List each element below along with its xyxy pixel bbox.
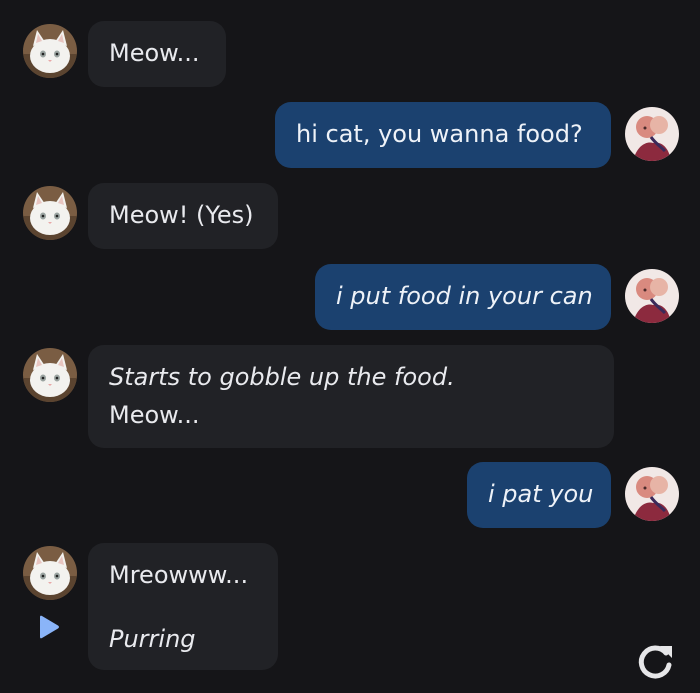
message-bubble: hi cat, you wanna food? [275,102,611,168]
message-bubble: i pat you [467,462,611,528]
cat-avatar-icon[interactable] [23,24,77,78]
regenerate-icon[interactable] [634,641,676,683]
cat-avatar-icon[interactable] [23,546,77,600]
user-avatar-icon[interactable] [625,467,679,521]
message-bubble: Mreowww... Purring [88,543,278,670]
message-text: Meow... [109,39,200,67]
message-text: hi cat, you wanna food? [296,120,583,148]
message-bubble: Meow... [88,21,226,87]
user-avatar-icon[interactable] [625,107,679,161]
message-text: Starts to gobble up the food. [109,363,455,391]
message-bubble: Starts to gobble up the food. Meow... [88,345,614,448]
play-icon[interactable] [36,614,62,640]
message-text: Meow! (Yes) [109,201,254,229]
message-text: i pat you [488,480,594,508]
cat-avatar-icon[interactable] [23,348,77,402]
user-avatar-icon[interactable] [625,269,679,323]
cat-avatar-icon[interactable] [23,186,77,240]
message-bubble: Meow! (Yes) [88,183,278,249]
message-text: Meow... [109,401,200,429]
message-text: Mreowww... [109,561,249,589]
message-text: i put food in your can [336,282,593,310]
message-text: Purring [109,625,196,653]
chat-thread: Meow... hi cat, you wanna food? Meow! (Y… [0,0,700,693]
message-bubble: i put food in your can [315,264,611,330]
